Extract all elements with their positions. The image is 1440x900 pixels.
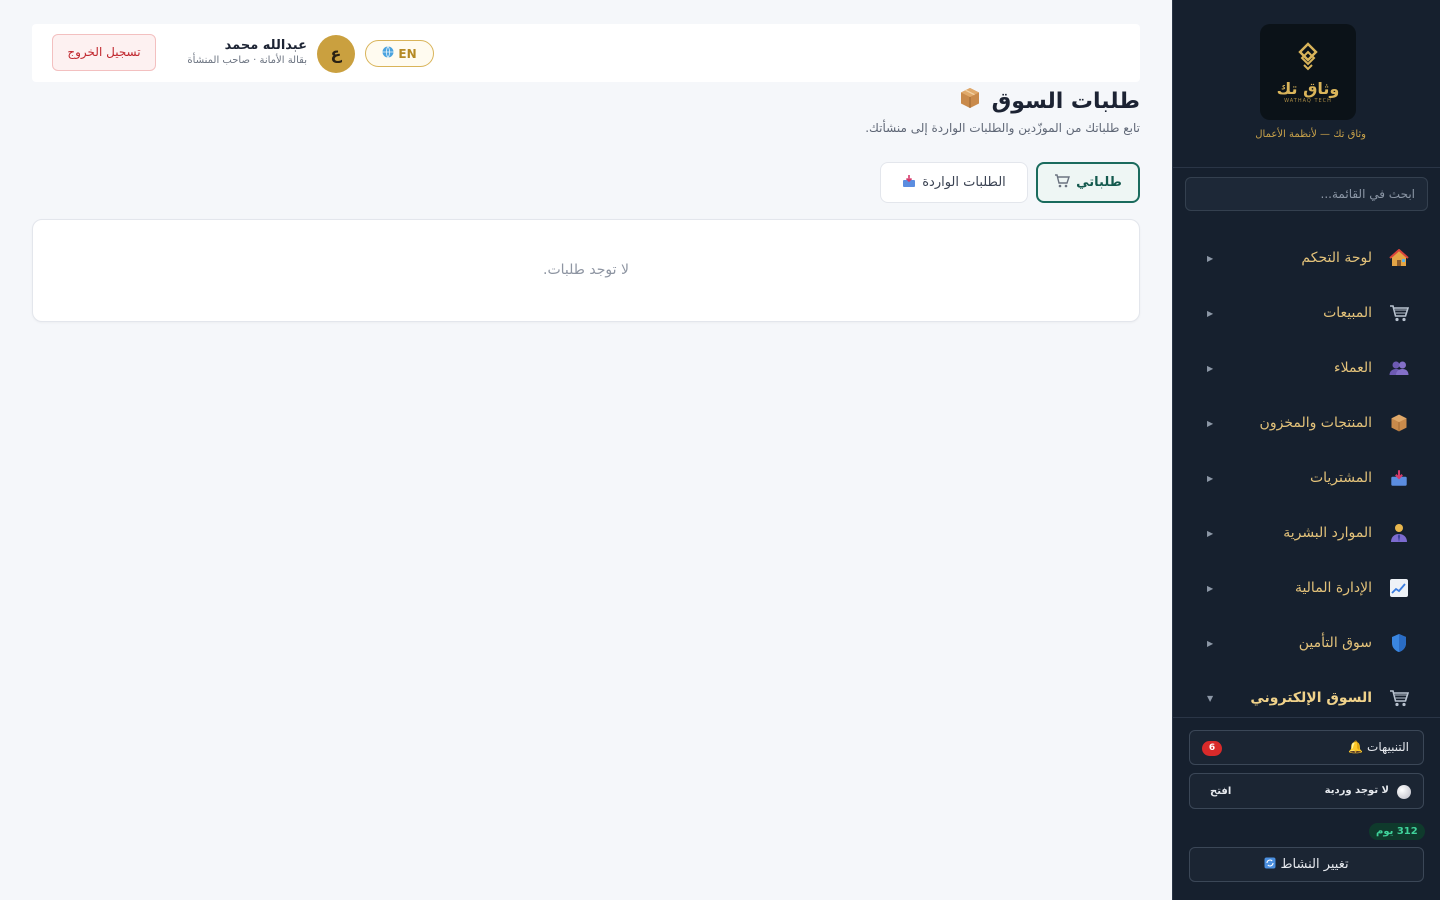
change-activity-button[interactable]: تغيير النشاط xyxy=(1189,847,1424,882)
notifications-count-badge: 6 xyxy=(1202,741,1222,756)
sidebar-item-dashboard[interactable]: ▶ لوحة التحكم xyxy=(1173,238,1440,278)
avatar[interactable]: ع xyxy=(317,35,355,73)
sidebar-item-label: الإدارة المالية xyxy=(1294,580,1372,596)
orders-list-card: لا توجد طلبات. xyxy=(32,219,1140,322)
language-label: EN xyxy=(398,46,417,61)
page-title-text: طلبات السوق xyxy=(991,88,1140,114)
sidebar-item-sales[interactable]: ▶ المبيعات xyxy=(1173,293,1440,333)
divider xyxy=(1173,717,1440,718)
language-toggle-button[interactable]: EN xyxy=(365,40,434,67)
chevron-right-icon: ▶ xyxy=(1207,253,1214,263)
brand-tagline: وثاق تك — لأنظمة الأعمال xyxy=(1255,129,1366,140)
chevron-right-icon: ▶ xyxy=(1207,528,1214,538)
shift-status-label: لا توجد وردية xyxy=(1324,785,1389,796)
logo[interactable]: وثاق تك WATHAQ TECH xyxy=(1260,24,1356,120)
sidebar-item-customers[interactable]: ▶ العملاء xyxy=(1173,348,1440,388)
sidebar-item-e-market[interactable]: ▼ السوق الإلكتروني xyxy=(1173,678,1440,718)
cart-icon xyxy=(1388,302,1410,324)
notifications-label: التنبيهات 🔔 xyxy=(1348,740,1409,754)
sidebar-item-insurance-market[interactable]: ▶ سوق التأمين xyxy=(1173,623,1440,663)
inbox-icon xyxy=(902,174,916,192)
user-name: عبدالله محمد xyxy=(224,38,307,53)
chevron-right-icon: ▶ xyxy=(1207,638,1214,648)
empty-state-text: لا توجد طلبات. xyxy=(543,262,629,278)
sidebar-item-label: السوق الإلكتروني xyxy=(1250,690,1372,706)
sidebar-item-label: المشتريات xyxy=(1309,470,1372,486)
bell-icon: 🔔 xyxy=(1348,740,1364,754)
sidebar-item-hr[interactable]: ▶ الموارد البشرية xyxy=(1173,513,1440,553)
cart-icon xyxy=(1054,173,1071,192)
shift-status: لا توجد وردية افتح xyxy=(1189,773,1424,809)
cart-icon xyxy=(1388,687,1410,709)
sidebar-item-label: لوحة التحكم xyxy=(1301,250,1372,266)
sidebar-item-label: المبيعات xyxy=(1323,305,1372,321)
sidebar-item-purchases[interactable]: ▶ المشتريات xyxy=(1173,458,1440,498)
sidebar-item-label: الموارد البشرية xyxy=(1283,525,1372,541)
chevron-right-icon: ▶ xyxy=(1207,363,1214,373)
chevron-right-icon: ▶ xyxy=(1207,418,1214,428)
chart-icon xyxy=(1388,577,1410,599)
sidebar-item-label: سوق التأمين xyxy=(1298,635,1372,651)
sidebar-item-products-inventory[interactable]: ▶ المنتجات والمخزون xyxy=(1173,403,1440,443)
divider xyxy=(1173,167,1440,168)
menu-search-input[interactable] xyxy=(1186,178,1427,210)
inbox-icon xyxy=(1388,467,1410,489)
change-activity-label: تغيير النشاط xyxy=(1280,857,1349,872)
package-icon xyxy=(1388,412,1410,434)
page-title: طلبات السوق xyxy=(958,86,1140,116)
page-subtitle: تابع طلباتك من الموزّدين والطلبات الوارد… xyxy=(865,121,1140,135)
notifications-button[interactable]: التنبيهات 🔔 6 xyxy=(1189,730,1424,765)
tab-my-orders[interactable]: طلباتي xyxy=(1036,162,1140,203)
sidebar-item-label: العملاء xyxy=(1334,360,1372,376)
shield-icon xyxy=(1388,632,1410,654)
person-icon xyxy=(1388,522,1410,544)
users-icon xyxy=(1388,357,1410,379)
tab-incoming-orders[interactable]: الطلبات الواردة xyxy=(880,162,1028,203)
logout-button[interactable]: تسجيل الخروج xyxy=(52,34,156,71)
tab-my-orders-label: طلباتي xyxy=(1076,175,1122,190)
sidebar-item-label: المنتجات والمخزون xyxy=(1259,415,1372,431)
open-shift-button[interactable]: افتح xyxy=(1210,786,1231,797)
home-icon xyxy=(1388,247,1410,269)
chevron-right-icon: ▶ xyxy=(1207,308,1214,318)
chevron-down-icon: ▼ xyxy=(1207,693,1214,703)
top-bar: تسجيل الخروج EN ع عبدالله محمد بقالة الأ… xyxy=(32,24,1140,82)
package-icon xyxy=(958,86,982,116)
logo-text: وثاق تك xyxy=(1276,78,1340,98)
sidebar: وثاق تك WATHAQ TECH وثاق تك — لأنظمة الأ… xyxy=(1172,0,1440,900)
status-dot-icon xyxy=(1397,785,1411,799)
menu-search xyxy=(1185,177,1428,211)
chevron-right-icon: ▶ xyxy=(1207,473,1214,483)
chevron-right-icon: ▶ xyxy=(1207,583,1214,593)
sidebar-item-finance[interactable]: ▶ الإدارة المالية xyxy=(1173,568,1440,608)
tab-incoming-orders-label: الطلبات الواردة xyxy=(922,175,1006,190)
globe-icon xyxy=(382,46,394,61)
subscription-days-badge: 312 يوم xyxy=(1369,823,1425,840)
logo-subtext: WATHAQ TECH xyxy=(1284,97,1332,104)
refresh-icon xyxy=(1264,857,1276,872)
user-role: بقالة الأمانة · صاحب المنشأة xyxy=(187,55,307,66)
logo-mark-icon xyxy=(1298,41,1318,70)
